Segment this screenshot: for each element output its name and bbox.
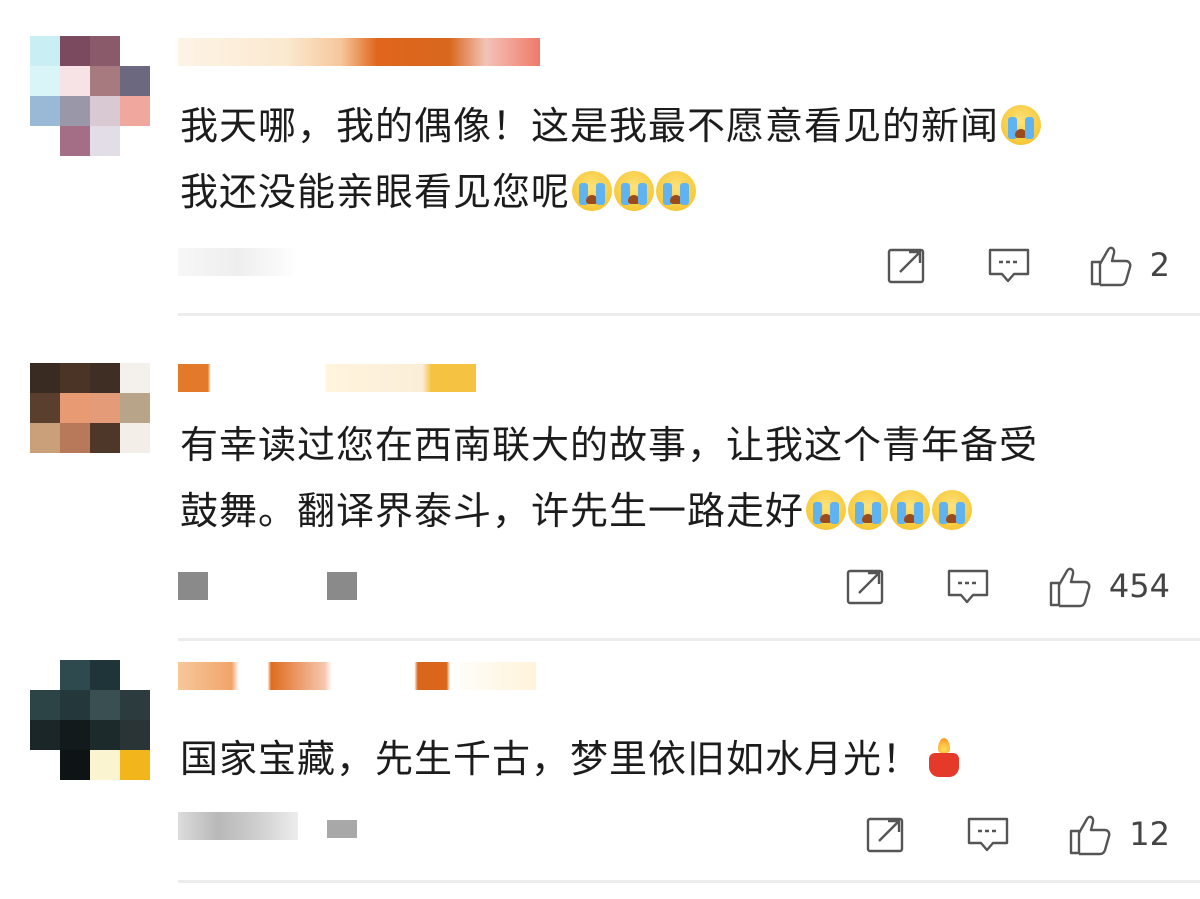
share-icon bbox=[846, 569, 884, 605]
share-icon bbox=[887, 248, 924, 284]
reply-icon bbox=[988, 248, 1029, 283]
crying-face-icon bbox=[890, 490, 931, 530]
share-icon bbox=[867, 817, 904, 853]
avatar[interactable] bbox=[30, 660, 150, 780]
comment-actions: 2 bbox=[844, 241, 1170, 289]
divider bbox=[178, 638, 1200, 641]
comment-actions: 12 bbox=[823, 810, 1170, 858]
comment-text-line: 我还没能亲眼看见您呢 bbox=[180, 170, 571, 214]
comment-actions: 454 bbox=[803, 562, 1170, 610]
share-button[interactable] bbox=[843, 563, 889, 609]
comment-meta bbox=[178, 812, 298, 840]
like-button[interactable]: 12 bbox=[1067, 811, 1170, 857]
like-count: 2 bbox=[1149, 246, 1170, 284]
like-count: 454 bbox=[1108, 567, 1170, 605]
candle-icon bbox=[927, 738, 961, 778]
crying-face-icon bbox=[614, 171, 655, 211]
crying-face-icon bbox=[932, 490, 973, 530]
crying-face-icon bbox=[806, 490, 847, 530]
reply-button[interactable] bbox=[945, 563, 991, 609]
reply-button[interactable] bbox=[986, 242, 1032, 288]
divider bbox=[178, 880, 1200, 883]
comment-text-line: 我天哪，我的偶像！这是我最不愿意看见的新闻 bbox=[180, 104, 1000, 148]
comment-meta bbox=[327, 820, 357, 838]
comment-meta bbox=[178, 248, 298, 276]
reply-button[interactable] bbox=[965, 811, 1011, 857]
crying-face-icon bbox=[848, 490, 889, 530]
avatar[interactable] bbox=[30, 36, 150, 156]
comment-text-line: 有幸读过您在西南联大的故事，让我这个青年备受 bbox=[180, 423, 1039, 467]
username[interactable] bbox=[178, 662, 536, 690]
like-button[interactable]: 2 bbox=[1088, 242, 1170, 288]
comment-meta bbox=[178, 572, 208, 600]
comment-text-line: 鼓舞。翻译界泰斗，许先生一路走好 bbox=[180, 489, 805, 533]
crying-face-icon bbox=[572, 171, 613, 211]
thumbs-up-icon bbox=[1090, 246, 1132, 287]
thumbs-up-icon bbox=[1049, 567, 1091, 608]
like-count: 12 bbox=[1129, 815, 1170, 853]
crying-face-icon bbox=[1001, 105, 1042, 145]
comment-text: 我天哪，我的偶像！这是我最不愿意看见的新闻 我还没能亲眼看见您呢 bbox=[180, 93, 1160, 225]
divider bbox=[178, 313, 1200, 316]
comment-text: 国家宝藏，先生千古，梦里依旧如水月光！ bbox=[180, 726, 1160, 792]
thumbs-up-icon bbox=[1070, 815, 1111, 856]
share-button[interactable] bbox=[884, 242, 930, 288]
comment-text: 有幸读过您在西南联大的故事，让我这个青年备受 鼓舞。翻译界泰斗，许先生一路走好 bbox=[180, 412, 1160, 544]
share-button[interactable] bbox=[863, 811, 909, 857]
reply-icon bbox=[968, 817, 1009, 852]
comment-text-line: 国家宝藏，先生千古，梦里依旧如水月光！ bbox=[180, 737, 922, 781]
username[interactable] bbox=[178, 38, 540, 66]
like-button[interactable]: 454 bbox=[1047, 563, 1170, 609]
avatar[interactable] bbox=[30, 363, 150, 481]
crying-face-icon bbox=[656, 171, 697, 211]
reply-icon bbox=[947, 569, 989, 604]
username[interactable] bbox=[178, 364, 476, 392]
comment-meta bbox=[327, 572, 357, 600]
